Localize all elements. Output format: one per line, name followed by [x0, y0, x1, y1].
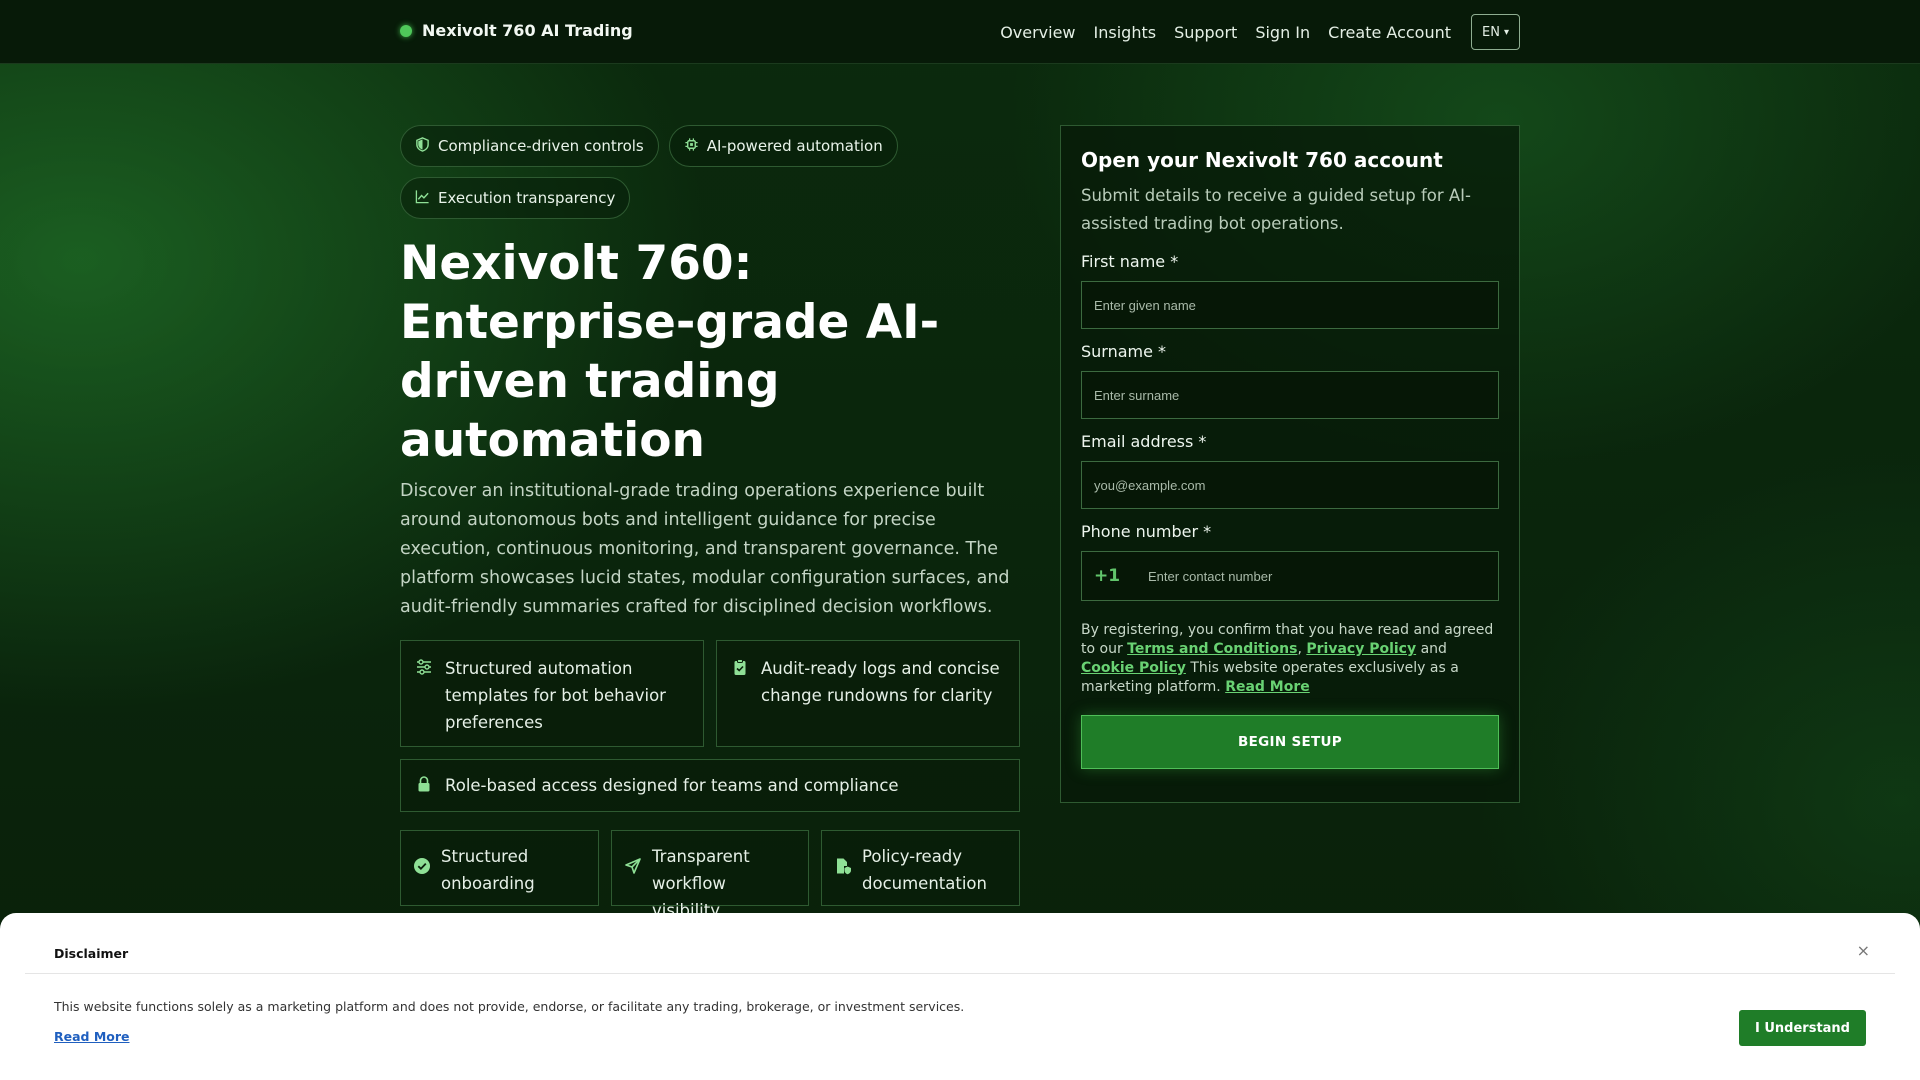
- pill-transparency: Execution transparency: [400, 177, 631, 219]
- privacy-policy-link[interactable]: Privacy Policy: [1306, 641, 1416, 657]
- email-input[interactable]: [1081, 461, 1499, 509]
- pill-ai-automation: AI-powered automation: [668, 125, 898, 167]
- feature-pills: Compliance-driven controls AI-powered au…: [400, 125, 1020, 219]
- hero-title: Nexivolt 760: Enterprise-grade AI-driven…: [400, 236, 940, 468]
- feature-card-audit: Audit-ready logs and concise change rund…: [716, 640, 1020, 747]
- chip-icon: [684, 137, 699, 156]
- disclaimer-title: Disclaimer: [54, 946, 129, 961]
- brand-dot-icon: [400, 24, 412, 37]
- chevron-down-icon: ▾: [1503, 26, 1509, 38]
- nav-overview-link[interactable]: Overview: [1000, 23, 1075, 42]
- send-icon: [624, 856, 642, 874]
- check-circle-icon: [413, 856, 431, 874]
- feature-text: Policy-ready documentation: [862, 847, 987, 893]
- disclaimer-banner: Disclaimer × This website functions sole…: [0, 913, 1920, 1080]
- feature-text: Transparent workflow visibility: [652, 847, 750, 920]
- legal-and: and: [1420, 641, 1447, 657]
- surname-label: Surname *: [1081, 342, 1167, 361]
- clipboard-check-icon: [731, 657, 749, 675]
- feature-card-templates: Structured automation templates for bot …: [400, 640, 704, 747]
- feature-text: Audit-ready logs and concise change rund…: [761, 659, 1000, 705]
- feature-text: Structured automation templates for bot …: [445, 659, 666, 732]
- brand-logo[interactable]: Nexivolt 760 AI Trading: [400, 21, 633, 40]
- phone-label: Phone number *: [1081, 522, 1212, 541]
- phone-field: +1: [1081, 551, 1499, 601]
- mini-feature-onboarding: Structured onboarding: [400, 830, 599, 906]
- disclaimer-divider: [25, 973, 1895, 974]
- shield-icon: [415, 136, 430, 156]
- close-icon[interactable]: ×: [1857, 941, 1870, 960]
- nav-create-account-link[interactable]: Create Account: [1328, 23, 1451, 42]
- top-navigation-bar: Nexivolt 760 AI Trading Overview Insight…: [0, 0, 1920, 64]
- brand-name: Nexivolt 760 AI Trading: [422, 21, 633, 40]
- mini-feature-documentation: Policy-ready documentation: [821, 830, 1020, 906]
- mini-feature-visibility: Transparent workflow visibility: [611, 830, 809, 920]
- pill-label: Execution transparency: [438, 189, 616, 207]
- read-more-link[interactable]: Read More: [1225, 679, 1310, 695]
- pill-compliance: Compliance-driven controls: [400, 125, 659, 167]
- disclaimer-read-more-link[interactable]: Read More: [54, 1029, 130, 1044]
- registration-form: Open your Nexivolt 760 account Submit de…: [1060, 125, 1520, 803]
- pill-label: AI-powered automation: [706, 137, 883, 155]
- disclaimer-text: This website functions solely as a marke…: [54, 999, 965, 1014]
- language-label: EN: [1482, 24, 1500, 40]
- feature-text: Structured onboarding: [441, 847, 535, 893]
- i-understand-button[interactable]: I Understand: [1739, 1010, 1866, 1046]
- sliders-icon: [415, 657, 433, 675]
- surname-input[interactable]: [1081, 371, 1499, 419]
- first-name-label: First name *: [1081, 252, 1179, 271]
- lock-icon: [415, 774, 433, 792]
- legal-notice: By registering, you confirm that you hav…: [1081, 621, 1499, 697]
- feature-text: Role-based access designed for teams and…: [445, 776, 899, 795]
- begin-setup-button[interactable]: BEGIN SETUP: [1081, 715, 1499, 769]
- nav-support-link[interactable]: Support: [1174, 23, 1237, 42]
- form-subtitle: Submit details to receive a guided setup…: [1081, 186, 1471, 233]
- language-selector[interactable]: EN ▾: [1471, 14, 1520, 50]
- email-label: Email address *: [1081, 432, 1207, 451]
- nav-insights-link[interactable]: Insights: [1094, 23, 1157, 42]
- chart-line-icon: [415, 189, 430, 208]
- phone-input[interactable]: [1134, 552, 1498, 600]
- first-name-input[interactable]: [1081, 281, 1499, 329]
- terms-link[interactable]: Terms and Conditions: [1127, 641, 1297, 657]
- country-code[interactable]: +1: [1082, 566, 1134, 586]
- hero-description: Discover an institutional-grade trading …: [400, 481, 1010, 617]
- cookie-policy-link[interactable]: Cookie Policy: [1081, 660, 1186, 676]
- form-title: Open your Nexivolt 760 account: [1081, 148, 1443, 172]
- document-shield-icon: [834, 856, 852, 875]
- feature-card-access: Role-based access designed for teams and…: [400, 759, 1020, 812]
- legal-comma: ,: [1297, 641, 1302, 657]
- pill-label: Compliance-driven controls: [438, 137, 644, 155]
- main-nav: Overview Insights Support Sign In Create…: [1000, 14, 1520, 50]
- nav-sign-in-link[interactable]: Sign In: [1255, 23, 1310, 42]
